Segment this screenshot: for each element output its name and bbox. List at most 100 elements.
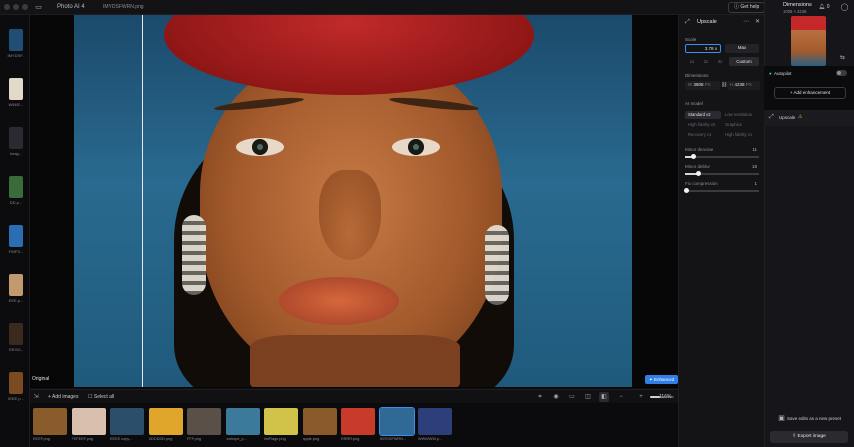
dimensions-value: 1008 × 4238 xyxy=(783,9,807,14)
more-options-icon[interactable]: ⋯ xyxy=(743,18,749,25)
strip-item[interactable]: EEGG.. xyxy=(6,323,26,352)
width-input[interactable]: W 3808 PX xyxy=(685,81,720,90)
eye-icon[interactable]: ◉ xyxy=(551,392,561,402)
strip-label: WINIE... xyxy=(8,102,24,107)
account-avatar-icon[interactable]: ◯ xyxy=(840,3,849,12)
ai-model-option[interactable]: Low resolution xyxy=(722,111,758,119)
filmstrip-item[interactable]: WWWWW.p... xyxy=(418,408,452,441)
ai-model-option[interactable]: High fidelity v1 xyxy=(722,131,758,139)
filmstrip-item[interactable]: ronhope_p... xyxy=(225,408,260,441)
strip-item[interactable]: WINIE... xyxy=(6,78,26,107)
filmstrip-thumbnail xyxy=(33,408,67,435)
ai-model-label: AI model xyxy=(685,101,703,106)
single-view-icon[interactable]: ▭ xyxy=(567,392,577,402)
save-edits-preset-button[interactable]: Save edits as a new preset xyxy=(787,416,841,421)
scale-label: Scale xyxy=(685,37,697,42)
minimize-window-button[interactable] xyxy=(13,4,19,10)
zoom-in-icon[interactable]: + xyxy=(636,392,646,402)
max-scale-button[interactable]: Max xyxy=(725,44,759,53)
close-icon[interactable]: ✕ xyxy=(755,18,760,25)
strip-item[interactable]: Imag... xyxy=(6,127,26,156)
filmstrip: EEEF.png FEFEEF.png EEEE copy... DDDDDD.png… xyxy=(30,403,678,447)
slider-value[interactable]: 11 xyxy=(752,147,757,152)
enhanced-toggle[interactable]: ✦ Enhanced xyxy=(645,375,679,384)
filmstrip-thumbnail xyxy=(187,408,221,435)
height-input[interactable]: H 4238 PX xyxy=(727,81,760,90)
slider-track[interactable] xyxy=(683,188,759,193)
preset-1x[interactable]: 1x xyxy=(685,57,699,66)
filmstrip-label: ronhope_p... xyxy=(225,437,247,441)
zoom-level[interactable]: 116% xyxy=(659,394,671,400)
close-window-button[interactable] xyxy=(4,4,10,10)
bottom-toolbar: ⇲ + Add images ☐ Select all ⌗ ◉ ▭ ◫ ◧ − … xyxy=(30,389,678,403)
crop-icon[interactable]: ⌗ xyxy=(535,392,545,402)
slider-label: Fix compression xyxy=(685,181,718,186)
upscale-item-label: Upscale xyxy=(779,115,796,120)
sidebar-toggle-icon[interactable]: ▭ xyxy=(34,3,43,12)
get-help-button[interactable]: ⓘ Get help xyxy=(728,2,766,13)
current-image-thumbnail xyxy=(791,16,826,66)
side-by-side-icon[interactable]: ◫ xyxy=(583,392,593,402)
strip-item[interactable]: IMYDSF.. xyxy=(6,29,26,58)
filmstrip-item[interactable]: EEEF.png xyxy=(33,408,67,441)
filmstrip-item[interactable]: ImfRage.png xyxy=(264,408,298,441)
preset-custom[interactable]: Custom xyxy=(729,57,759,66)
preset-2x[interactable]: 2x xyxy=(699,57,713,66)
autopilot-toggle[interactable] xyxy=(836,70,847,76)
filmstrip-label: WWWWW.p... xyxy=(418,437,443,441)
photo-preview[interactable] xyxy=(74,15,632,387)
strip-thumbnail xyxy=(9,323,23,345)
preset-4x[interactable]: 4x xyxy=(713,57,727,66)
filmstrip-item[interactable]: IMYDSFWRN... xyxy=(378,407,415,441)
filmstrip-item[interactable]: FFF.png xyxy=(187,408,221,441)
strip-item[interactable]: FWFS... xyxy=(6,225,26,254)
ai-model-option[interactable]: Recovery v1 xyxy=(685,131,721,139)
strip-item[interactable]: DD.p... xyxy=(6,176,26,205)
add-images-button[interactable]: + Add images xyxy=(48,394,78,400)
slider-knob[interactable] xyxy=(696,171,702,176)
comparison-split-handle[interactable] xyxy=(142,15,143,387)
ai-model-option[interactable]: High fidelity v2 xyxy=(685,121,721,129)
filmstrip-item[interactable]: EEEE copy... xyxy=(110,408,144,441)
strip-item[interactable]: IEEE.p... xyxy=(6,372,26,401)
ai-model-option[interactable]: Graphics xyxy=(722,121,758,129)
strip-item[interactable]: EEE.p... xyxy=(6,274,26,303)
scale-input[interactable]: 3.78 x xyxy=(685,44,721,53)
notifications-count[interactable]: 🔔︎ 0 xyxy=(819,4,830,10)
filmstrip-thumbnail xyxy=(110,408,144,435)
filmstrip-label: FEFEEF.png xyxy=(71,437,94,441)
filmstrip-label: EEEF.png xyxy=(33,437,50,441)
filmstrip-label: RRRR.png xyxy=(341,437,360,441)
original-label: Original xyxy=(32,376,50,382)
filmstrip-item[interactable]: DDDDDD.png xyxy=(148,408,183,441)
warning-icon: ⚠ xyxy=(798,114,803,120)
zoom-out-icon[interactable]: − xyxy=(616,392,626,402)
photo-eye-left xyxy=(236,138,284,156)
slider-track[interactable] xyxy=(685,171,759,176)
photo-hat xyxy=(164,15,534,95)
filmstrip-item[interactable]: RRRR.png xyxy=(341,408,375,441)
collapse-icon[interactable]: ⇲ xyxy=(31,392,41,402)
dimensions-title: Dimensions xyxy=(783,2,812,8)
compare-icon[interactable]: ⇆ xyxy=(838,54,847,63)
slider-value[interactable]: 18 xyxy=(752,164,757,169)
slider-knob[interactable] xyxy=(691,154,697,159)
add-enhancement-button[interactable]: + Add enhancement xyxy=(774,87,846,99)
filmstrip-label: DDDDDD.png xyxy=(148,437,173,441)
slider-track[interactable] xyxy=(685,154,759,159)
filmstrip-item[interactable]: FEFEEF.png xyxy=(71,408,106,441)
slider-knob[interactable] xyxy=(683,188,689,193)
filmstrip-item[interactable]: apple.png xyxy=(302,408,337,441)
ai-model-option[interactable]: Standard v2 xyxy=(685,111,721,119)
maximize-window-button[interactable] xyxy=(22,4,28,10)
split-view-icon[interactable]: ◧ xyxy=(599,392,609,402)
select-all-button[interactable]: ☐ Select all xyxy=(88,394,114,400)
photo-lips xyxy=(279,277,399,325)
slider-value[interactable]: 1 xyxy=(754,181,757,186)
filmstrip-label: FFF.png xyxy=(187,437,201,441)
export-image-button[interactable]: ⇪ Export image xyxy=(770,431,848,443)
filmstrip-thumbnail xyxy=(302,408,337,435)
enhancement-upscale-item[interactable]: ⤢ Upscale ⚠ xyxy=(764,110,854,126)
app-title: Photo AI 4 xyxy=(57,4,85,10)
photo-eye-right xyxy=(392,138,440,156)
